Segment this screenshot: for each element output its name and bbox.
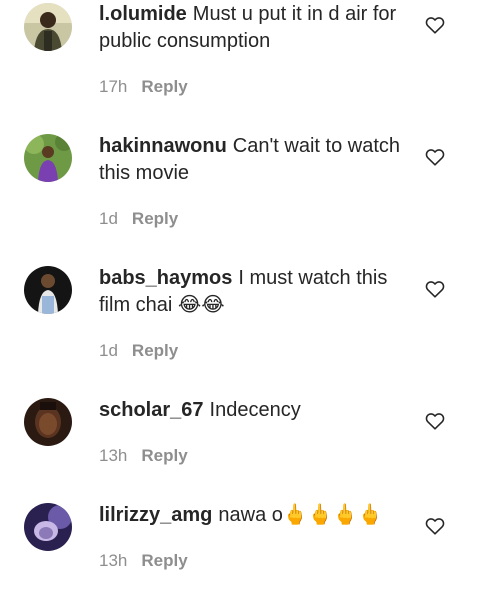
heart-outline-icon	[425, 17, 445, 34]
comment-body: babs_haymos I must watch this film chai 😂…	[99, 265, 409, 319]
comment-body: hakinnawonu Can't wait to watch this movi…	[99, 133, 409, 187]
like-button[interactable]	[424, 278, 446, 300]
comment-meta: 17h Reply	[99, 77, 188, 97]
reply-button[interactable]: Reply	[132, 209, 178, 229]
reply-button[interactable]: Reply	[141, 446, 187, 466]
comment-meta: 1d Reply	[99, 209, 178, 229]
avatar[interactable]	[24, 398, 72, 446]
comment-timestamp: 13h	[99, 551, 128, 570]
avatar[interactable]	[24, 503, 72, 551]
comment-timestamp: 1d	[99, 209, 118, 228]
heart-outline-icon	[425, 518, 445, 535]
comment-meta: 13h Reply	[99, 446, 188, 466]
comment-text: l.olumide Must u put it in d air for publ…	[99, 1, 409, 55]
comment-content: nawa o🖕🖕🖕🖕	[218, 504, 383, 526]
like-button[interactable]	[424, 515, 446, 537]
comment-meta: 1d Reply	[99, 341, 178, 361]
comment-text: lilrizzy_amg nawa o🖕🖕🖕🖕	[99, 502, 409, 529]
heart-outline-icon	[425, 413, 445, 430]
comment-username[interactable]: scholar_67	[99, 399, 204, 421]
avatar[interactable]	[24, 3, 72, 51]
avatar[interactable]	[24, 266, 72, 314]
comment-timestamp: 1d	[99, 341, 118, 360]
like-button[interactable]	[424, 146, 446, 168]
like-button[interactable]	[424, 410, 446, 432]
like-button[interactable]	[424, 14, 446, 36]
comment-text: hakinnawonu Can't wait to watch this movi…	[99, 133, 409, 187]
reply-button[interactable]: Reply	[132, 341, 178, 361]
comment-text: babs_haymos I must watch this film chai 😂…	[99, 265, 409, 319]
comment-text: scholar_67 Indecency	[99, 397, 409, 424]
comment-username[interactable]: l.olumide	[99, 3, 187, 25]
comment-body: lilrizzy_amg nawa o🖕🖕🖕🖕	[99, 502, 409, 529]
comment-timestamp: 13h	[99, 446, 128, 465]
reply-button[interactable]: Reply	[141, 551, 187, 571]
comment-body: scholar_67 Indecency	[99, 397, 409, 424]
comment-content: Indecency	[209, 399, 301, 421]
comment-username[interactable]: babs_haymos	[99, 267, 232, 289]
comment-meta: 13h Reply	[99, 551, 188, 571]
comment-body: l.olumide Must u put it in d air for publ…	[99, 1, 409, 55]
comment-username[interactable]: hakinnawonu	[99, 135, 227, 157]
avatar[interactable]	[24, 134, 72, 182]
comment-username[interactable]: lilrizzy_amg	[99, 504, 212, 526]
comment-timestamp: 17h	[99, 77, 128, 96]
heart-outline-icon	[425, 149, 445, 166]
reply-button[interactable]: Reply	[141, 77, 187, 97]
heart-outline-icon	[425, 281, 445, 298]
